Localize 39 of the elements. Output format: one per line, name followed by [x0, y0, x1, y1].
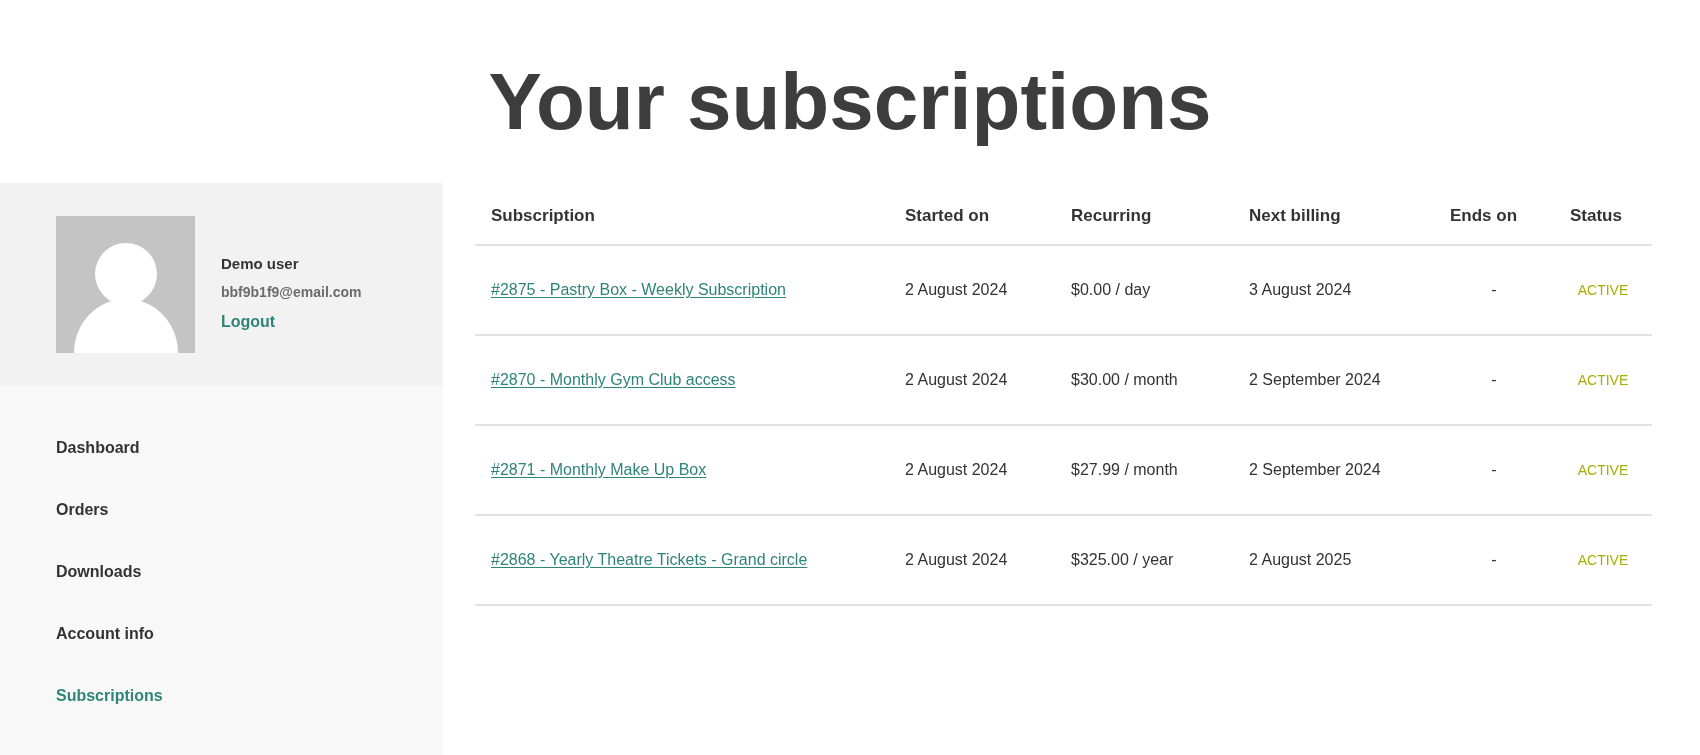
- end-date: -: [1491, 281, 1497, 298]
- recurring-amount: $30.00 / month: [1071, 371, 1178, 388]
- sidebar-item[interactable]: Orders: [56, 500, 109, 520]
- status-label: ACTIVE: [1577, 282, 1629, 298]
- start-date: 2 August 2024: [905, 551, 1008, 568]
- end-date: -: [1491, 551, 1497, 568]
- user-name: Demo user: [221, 253, 299, 274]
- sidebar-item[interactable]: Dashboard: [56, 438, 140, 458]
- status-label: ACTIVE: [1577, 552, 1629, 568]
- subscription-link[interactable]: #2875 - Pastry Box - Weekly Subscription: [491, 281, 786, 298]
- end-date: -: [1491, 461, 1497, 478]
- next-billing-date: 3 August 2024: [1249, 281, 1352, 298]
- recurring-amount: $0.00 / day: [1071, 281, 1151, 298]
- avatar-icon: [56, 216, 195, 353]
- status-label: ACTIVE: [1577, 372, 1629, 388]
- column-header: Next billing: [1249, 205, 1341, 225]
- start-date: 2 August 2024: [905, 281, 1008, 298]
- next-billing-date: 2 September 2024: [1249, 371, 1381, 388]
- next-billing-date: 2 September 2024: [1249, 461, 1381, 478]
- column-header: Ends on: [1450, 205, 1518, 225]
- column-header: Subscription: [491, 205, 595, 225]
- start-date: 2 August 2024: [905, 371, 1008, 388]
- recurring-amount: $325.00 / year: [1071, 551, 1174, 568]
- status-label: ACTIVE: [1577, 462, 1629, 478]
- subscription-link[interactable]: #2868 - Yearly Theatre Tickets - Grand circle: [491, 551, 808, 568]
- column-header: Recurring: [1071, 205, 1152, 225]
- recurring-amount: $27.99 / month: [1071, 461, 1178, 478]
- column-header: Status: [1570, 205, 1622, 225]
- end-date: -: [1491, 371, 1497, 388]
- sidebar-item[interactable]: Subscriptions: [56, 686, 163, 706]
- column-header: Started on: [905, 205, 990, 225]
- sidebar-item[interactable]: Account info: [56, 624, 154, 644]
- sidebar-item[interactable]: Downloads: [56, 562, 142, 582]
- subscription-link[interactable]: #2870 - Monthly Gym Club access: [491, 371, 736, 388]
- logout-link[interactable]: Logout: [221, 306, 276, 336]
- user-email: bbf9b1f9@email.com: [221, 282, 362, 302]
- start-date: 2 August 2024: [905, 461, 1008, 478]
- next-billing-date: 2 August 2025: [1249, 551, 1352, 568]
- subscription-link[interactable]: #2871 - Monthly Make Up Box: [491, 461, 707, 478]
